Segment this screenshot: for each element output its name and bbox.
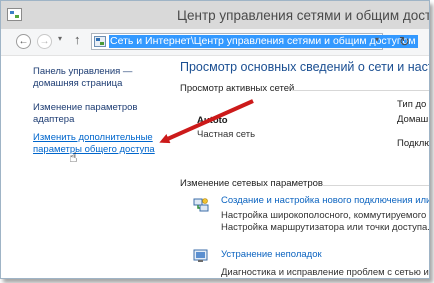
troubleshoot-link[interactable]: Устранение неполадок [221,249,322,260]
troubleshoot-description: Диагностика и исправление проблем с сеть… [221,267,429,278]
change-adapter-settings-link[interactable]: Изменение параметров адаптера [33,102,137,126]
hand-cursor-icon: ☝ [69,149,78,165]
access-type-label: Тип до [397,99,427,110]
up-arrow-icon[interactable]: ↑ [74,32,81,47]
back-arrow-icon[interactable]: ← [16,34,31,49]
network-center-icon [94,36,106,47]
network-center-icon [7,8,22,21]
network-name: Autoto [197,115,228,126]
connections-label: Подклю [397,138,430,149]
troubleshoot-icon [193,249,208,262]
address-path[interactable]: Сеть и Интернет\Центр управления сетями … [109,35,418,48]
history-dropdown-icon[interactable]: ▾ [58,34,62,43]
homegroup-label: Домаш [397,114,429,125]
forward-arrow-icon[interactable]: → [37,34,52,49]
control-panel-home-link[interactable]: Панель управления — домашняя страница [33,66,132,90]
advanced-sharing-settings-link[interactable]: Изменить дополнительные параметры общего… [33,132,155,156]
link-line-1: Изменить дополнительные [33,132,153,143]
navigation-bar: ← → ▾ ↑ Сеть и Интернет\Центр управления… [1,29,429,56]
link-line-2: адаптера [33,114,75,125]
link-line-1: Изменение параметров [33,102,138,113]
divider [323,185,429,186]
main-content: Просмотр основных сведений о сети и наст… [171,56,429,278]
network-setup-icon [193,198,209,212]
setup-description-line-1: Настройка широкополосного, коммутируемог… [221,210,427,221]
setup-description-line-2: Настройка маршрутизатора или точки досту… [221,222,430,233]
link-line-2: домашняя страница [33,78,123,89]
link-line-1: Панель управления — [33,66,133,77]
page-title: Просмотр основных сведений о сети и наст… [180,60,430,74]
active-networks-label: Просмотр активных сетей [180,83,295,94]
chevron-down-icon[interactable]: ▾ [375,35,379,44]
setup-new-connection-link[interactable]: Создание и настройка нового подключения … [221,195,429,206]
refresh-icon[interactable]: ↻ [399,34,410,50]
left-navigation-pane: Панель управления — домашняя страница Из… [1,56,171,278]
network-type-link[interactable]: Частная сеть [197,129,255,140]
change-settings-label: Изменение сетевых параметров [180,178,323,189]
address-bar[interactable]: Сеть и Интернет\Центр управления сетями … [91,33,418,50]
link-line-2: параметры общего доступа [33,144,155,155]
window: Центр управления сетями и общим доступом… [0,0,430,279]
divider [293,90,429,91]
window-title: Центр управления сетями и общим доступом [177,8,430,23]
title-bar: Центр управления сетями и общим доступом [1,1,429,29]
